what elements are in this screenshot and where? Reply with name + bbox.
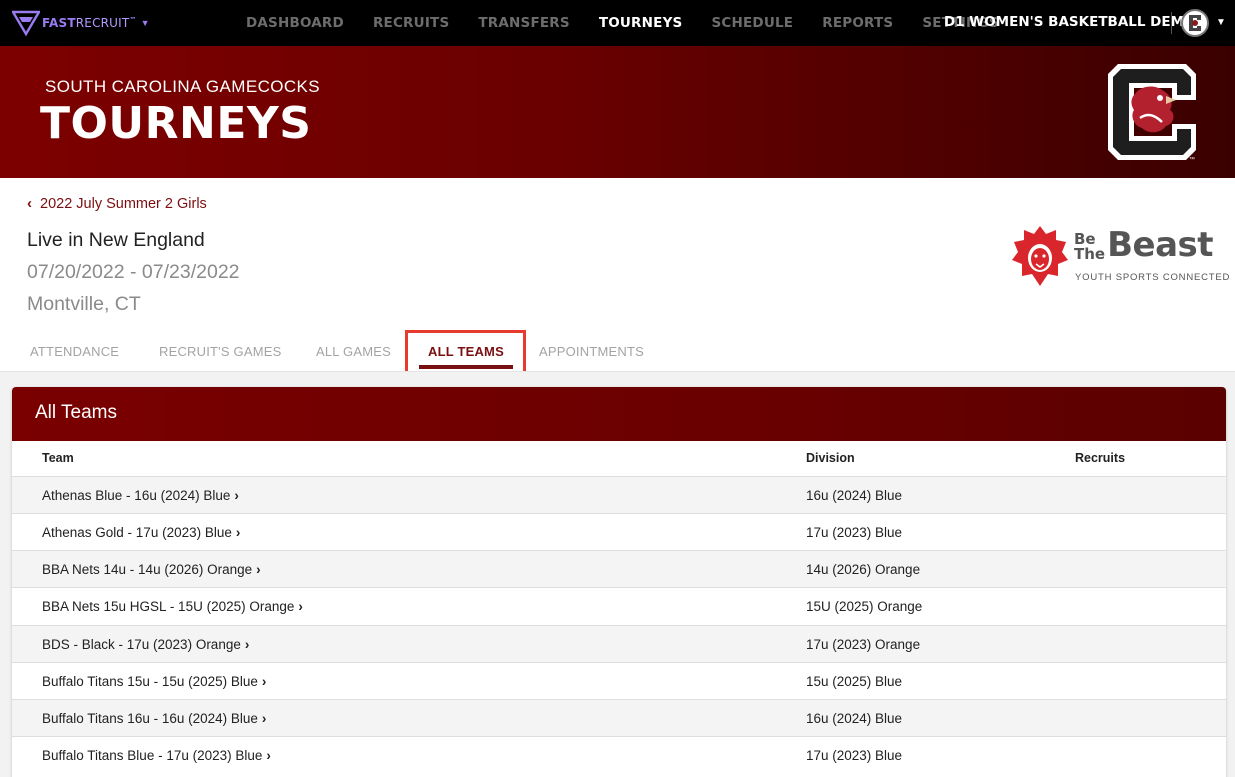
team-name: BDS - Black - 17u (2023) Orange [42, 637, 241, 652]
nav-reports[interactable]: REPORTS [822, 15, 893, 31]
page-banner: SOUTH CAROLINA GAMECOCKS TOURNEYS ™ [0, 46, 1235, 178]
all-teams-card: All Teams Team Division Recruits Athenas… [12, 387, 1226, 777]
nav-schedule[interactable]: SCHEDULE [711, 15, 793, 31]
division-cell: 17u (2023) Blue [806, 748, 903, 763]
organization-name: D1 WOMEN'S BASKETBALL DEMO [944, 14, 1196, 30]
nav-transfers[interactable]: TRANSFERS [478, 15, 569, 31]
sponsor-tagline: YOUTH SPORTS CONNECTED [1075, 272, 1231, 283]
team-name: Athenas Gold - 17u (2023) Blue [42, 525, 232, 540]
team-link[interactable]: Buffalo Titans 16u - 16u (2024) Blue › [42, 711, 266, 726]
division-cell: 15U (2025) Orange [806, 599, 923, 614]
event-name: Live in New England [27, 229, 205, 251]
main-nav: DASHBOARD RECRUITS TRANSFERS TOURNEYS SC… [246, 0, 999, 46]
top-nav: FASTRECRUIT™ ▼ DASHBOARD RECRUITS TRANSF… [0, 0, 1235, 46]
fastrecruit-logo[interactable]: FASTRECRUIT™ ▼ [12, 10, 150, 36]
nav-recruits[interactable]: RECRUITS [373, 15, 449, 31]
card-header: All Teams [12, 387, 1226, 441]
team-name: SOUTH CAROLINA GAMECOCKS [45, 77, 321, 96]
tab-appointments[interactable]: APPOINTMENTS [539, 344, 644, 359]
column-header-recruits: Recruits [1075, 451, 1126, 465]
team-name: Buffalo Titans 16u - 16u (2024) Blue [42, 711, 258, 726]
team-link[interactable]: Buffalo Titans Blue - 17u (2023) Blue › [42, 748, 271, 763]
division-cell: 17u (2023) Orange [806, 637, 921, 652]
chevron-right-icon: › [235, 525, 241, 540]
brand-name-light: RECRUIT [75, 16, 130, 30]
lion-head-logo-icon [1012, 226, 1068, 286]
chevron-right-icon: › [298, 599, 303, 614]
chevron-right-icon: › [244, 637, 250, 652]
division-cell: 14u (2026) Orange [806, 562, 921, 577]
nav-dashboard[interactable]: DASHBOARD [246, 15, 344, 31]
back-to-tournament-link[interactable]: ‹ 2022 July Summer 2 Girls [27, 195, 207, 212]
chevron-right-icon: › [234, 488, 239, 503]
table-row[interactable]: Buffalo Titans 16u - 16u (2024) Blue › 16… [12, 699, 1226, 736]
division-cell: 15u (2025) Blue [806, 674, 903, 689]
division-cell: 16u (2024) Blue [806, 488, 903, 503]
team-name: Athenas Blue - 16u (2024) Blue [42, 488, 231, 503]
event-dates: 07/20/2022 - 07/23/2022 [27, 261, 240, 283]
user-avatar[interactable] [1181, 9, 1209, 37]
tab-attendance[interactable]: ATTENDANCE [30, 344, 119, 359]
table-row[interactable]: Athenas Gold - 17u (2023) Blue › 17u (202… [12, 513, 1226, 550]
table-row[interactable]: Buffalo Titans 15u - 15u (2025) Blue › 15… [12, 662, 1226, 699]
team-link[interactable]: Athenas Gold - 17u (2023) Blue › [42, 525, 240, 540]
event-tabs: ATTENDANCE RECRUIT'S GAMES ALL GAMES ALL… [0, 330, 1235, 372]
gamecock-avatar-icon [1189, 15, 1201, 31]
table-row[interactable]: Buffalo Titans Blue - 17u (2023) Blue › 1… [12, 736, 1226, 773]
division-cell: 17u (2023) Blue [806, 525, 903, 540]
division-cell: 16u (2024) Blue [806, 711, 903, 726]
back-link-label: 2022 July Summer 2 Girls [40, 195, 207, 212]
brand-trademark: ™ [129, 16, 137, 24]
column-header-division: Division [806, 451, 855, 465]
table-row[interactable]: BBA Nets 14u - 14u (2026) Orange › 14u (2… [12, 550, 1226, 587]
caret-down-icon[interactable]: ▼ [1216, 17, 1226, 28]
chevron-right-icon: › [266, 748, 271, 763]
table-row[interactable]: BDS - Black - 17u (2023) Orange › 17u (20… [12, 625, 1226, 662]
tab-recruits-games[interactable]: RECRUIT'S GAMES [159, 344, 282, 359]
column-header-team: Team [42, 451, 74, 465]
nav-tourneys[interactable]: TOURNEYS [599, 15, 683, 31]
team-link[interactable]: BDS - Black - 17u (2023) Orange › [42, 637, 249, 652]
team-link[interactable]: BBA Nets 15u HGSL - 15U (2025) Orange › [42, 599, 303, 614]
team-link[interactable]: Athenas Blue - 16u (2024) Blue › [42, 488, 239, 503]
chevron-right-icon: › [256, 562, 261, 577]
sponsor-beast: Beast [1107, 225, 1214, 265]
sponsor-logo: Be The Beast YOUTH SPORTS CONNECTED [1010, 224, 1229, 290]
sponsor-wordmark: Be The Beast [1074, 225, 1214, 265]
team-name: Buffalo Titans Blue - 17u (2023) Blue [42, 748, 263, 763]
card-title: All Teams [35, 402, 118, 423]
team-name: BBA Nets 14u - 14u (2026) Orange [42, 562, 253, 577]
brand-name: FASTRECRUIT™ [42, 16, 137, 30]
table-row[interactable]: Athenas Blue - 16u (2024) Blue › 16u (202… [12, 476, 1226, 513]
page-title: TOURNEYS [40, 98, 312, 149]
tab-all-games[interactable]: ALL GAMES [316, 344, 391, 359]
fastrecruit-logo-icon [12, 10, 40, 36]
table-row[interactable]: BBA Nets 15u HGSL - 15U (2025) Orange › 1… [12, 587, 1226, 624]
nav-divider [1171, 12, 1172, 34]
logo-trademark: ™ [1189, 156, 1195, 163]
team-link[interactable]: Buffalo Titans 15u - 15u (2025) Blue › [42, 674, 266, 689]
chevron-left-icon: ‹ [27, 195, 32, 212]
event-location: Montville, CT [27, 293, 141, 315]
team-name: BBA Nets 15u HGSL - 15U (2025) Orange [42, 599, 295, 614]
team-link[interactable]: BBA Nets 14u - 14u (2026) Orange › [42, 562, 261, 577]
gamecock-block-c-logo-icon: ™ [1108, 64, 1196, 163]
chevron-right-icon: › [261, 711, 267, 726]
brand-name-bold: FAST [42, 16, 76, 30]
chevron-right-icon: › [261, 674, 267, 689]
team-name: Buffalo Titans 15u - 15u (2025) Blue [42, 674, 258, 689]
caret-down-icon: ▼ [140, 18, 150, 28]
sponsor-the: The [1074, 245, 1106, 263]
